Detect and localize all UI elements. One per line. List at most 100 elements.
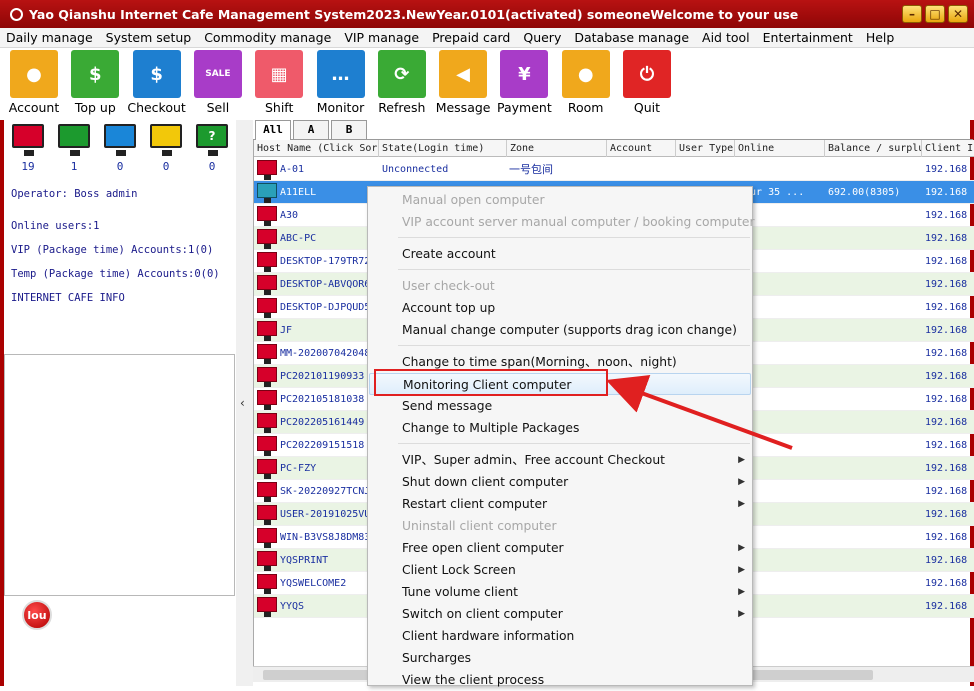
cell-ip: 192.168 <box>925 509 968 520</box>
status-count: 0 <box>208 160 216 173</box>
toolbar-label: Payment <box>497 100 552 115</box>
room-button[interactable]: ● Room <box>555 50 617 115</box>
cell-ip: 192.168 <box>925 486 968 497</box>
status-count: 19 <box>21 160 35 173</box>
column-header[interactable]: User Type <box>676 140 735 157</box>
toolbar: ● Account $ Top up $ Checkout SALE Sell ▦ Shift … M… <box>0 48 974 120</box>
monitor-button[interactable]: … Monitor <box>310 50 372 115</box>
column-header[interactable]: Account <box>607 140 676 157</box>
context-item-send-message[interactable]: Send message <box>369 395 751 417</box>
table-row[interactable]: A-01 Unconnected 一号包间 192.168 <box>254 158 974 181</box>
minimize-icon[interactable]: – <box>902 5 922 23</box>
cell-host: PC202209151518 <box>280 440 365 451</box>
column-header[interactable]: Host Name (Click Sort) <box>254 140 379 157</box>
monitor-status-icon[interactable] <box>150 124 182 156</box>
refresh-button[interactable]: ⟳ Refresh <box>371 50 433 115</box>
cell-host: JF <box>280 325 293 336</box>
cell-host: A11ELL <box>280 187 317 198</box>
monitor-status-icon[interactable] <box>104 124 136 156</box>
cell-host: USER-20191025VU <box>280 509 371 520</box>
submenu-arrow-icon: ▶ <box>738 477 745 487</box>
monitor-status-icon[interactable] <box>58 124 90 156</box>
cell-host: YQSWELCOME2 <box>280 578 347 589</box>
context-item-label: Change to Multiple Packages <box>402 421 580 435</box>
computer-icon <box>257 413 277 433</box>
submenu-arrow-icon: ▶ <box>738 565 745 575</box>
menu-item-entertainment[interactable]: Entertainment <box>757 30 860 45</box>
tab-b[interactable]: B <box>331 120 367 139</box>
cell-host: MM-202007042048 <box>280 348 371 359</box>
menu-item-help[interactable]: Help <box>860 30 902 45</box>
context-item-create-account[interactable]: Create account <box>369 243 751 265</box>
context-item-surcharges[interactable]: Surcharges <box>369 647 751 669</box>
status-count: 0 <box>116 160 124 173</box>
context-item-restart-client-computer[interactable]: Restart client computer ▶ <box>369 493 751 515</box>
shift-button[interactable]: ▦ Shift <box>248 50 310 115</box>
cell-ip: 192.168 <box>925 440 968 451</box>
context-item-switch-on-client-computer[interactable]: Switch on client computer ▶ <box>369 603 751 625</box>
tab-a[interactable]: A <box>293 120 329 139</box>
quit-button[interactable]: ⏻ Quit <box>616 50 678 115</box>
menu-item-query[interactable]: Query <box>517 30 568 45</box>
column-header[interactable]: Online <box>735 140 825 157</box>
computer-icon <box>257 367 277 387</box>
cell-host: ABC-PC <box>280 233 317 244</box>
context-item-vip-super-admin-free-account-checkout[interactable]: VIP、Super admin、Free account Checkout ▶ <box>369 449 751 471</box>
tab-all[interactable]: All <box>255 120 291 140</box>
sell-button[interactable]: SALE Sell <box>187 50 249 115</box>
context-item-free-open-client-computer[interactable]: Free open client computer ▶ <box>369 537 751 559</box>
context-item-label: Change to time span(Morning、noon、night) <box>402 355 677 369</box>
close-icon[interactable]: ✕ <box>948 5 968 23</box>
toolbar-label: Shift <box>264 100 294 115</box>
column-header[interactable]: State(Login time) <box>379 140 507 157</box>
context-item-label: Send message <box>402 399 493 413</box>
menu-item-database-manage[interactable]: Database manage <box>568 30 696 45</box>
status-count: 1 <box>70 160 78 173</box>
menu-item-aid-tool[interactable]: Aid tool <box>696 30 757 45</box>
context-item-shut-down-client-computer[interactable]: Shut down client computer ▶ <box>369 471 751 493</box>
context-item-tune-volume-client[interactable]: Tune volume client ▶ <box>369 581 751 603</box>
menu-item-daily-manage[interactable]: Daily manage <box>0 30 100 45</box>
context-item-manual-change-computer-supports-drag-icon-change[interactable]: Manual change computer (supports drag ic… <box>369 319 751 341</box>
cell-host: PC202101190933 <box>280 371 365 382</box>
context-item-uninstall-client-computer: Uninstall client computer <box>369 515 751 537</box>
menu-bar: Daily manage System setup Commodity manage… <box>0 28 974 48</box>
context-item-view-the-client-process[interactable]: View the client process <box>369 669 751 691</box>
column-header[interactable]: Balance / surplus <box>825 140 922 157</box>
context-item-client-lock-screen[interactable]: Client Lock Screen ▶ <box>369 559 751 581</box>
computer-icon <box>257 229 277 249</box>
monitor-status-icon[interactable]: ? <box>196 124 228 156</box>
toolbar-label: Quit <box>633 100 661 115</box>
account-button[interactable]: ● Account <box>3 50 65 115</box>
status-panel: 19 1 0 0? 0 Operator: Boss admin Online user… <box>4 120 236 680</box>
panel-splitter[interactable]: ‹ <box>236 120 253 686</box>
context-item-account-top-up[interactable]: Account top up <box>369 297 751 319</box>
computer-icon <box>257 505 277 525</box>
menu-item-system-setup[interactable]: System setup <box>100 30 199 45</box>
top-up-button[interactable]: $ Top up <box>64 50 126 115</box>
context-item-client-hardware-information[interactable]: Client hardware information <box>369 625 751 647</box>
cell-ip: 192.168 <box>925 532 968 543</box>
collapse-arrow-icon[interactable]: ‹ <box>240 396 245 410</box>
column-header[interactable]: Zone <box>507 140 607 157</box>
context-item-label: Switch on client computer <box>402 607 563 621</box>
context-menu: Manual open computer VIP account server m… <box>367 186 755 687</box>
menu-item-vip-manage[interactable]: VIP manage <box>338 30 426 45</box>
group-tabs: All A B <box>253 120 973 140</box>
column-header[interactable]: Client IP <box>922 140 974 157</box>
monitor-status-icon[interactable] <box>12 124 44 156</box>
cell-ip: 192.168 <box>925 233 968 244</box>
context-item-change-to-multiple-packages[interactable]: Change to Multiple Packages <box>369 417 751 439</box>
menu-item-commodity-manage[interactable]: Commodity manage <box>198 30 338 45</box>
cell-host: YQSPRINT <box>280 555 329 566</box>
cafe-info-link[interactable]: INTERNET CAFE INFO <box>11 292 125 304</box>
maximize-icon[interactable]: □ <box>925 5 945 23</box>
cell-ip: 192.168 <box>925 256 968 267</box>
submenu-arrow-icon: ▶ <box>738 543 745 553</box>
menu-item-prepaid-card[interactable]: Prepaid card <box>426 30 517 45</box>
cell-host: DESKTOP-DJPQUD5 <box>280 302 371 313</box>
checkout-button[interactable]: $ Checkout <box>126 50 188 115</box>
payment-button[interactable]: ¥ Payment <box>493 50 555 115</box>
app-icon <box>10 7 23 21</box>
message-button[interactable]: ◀ Message <box>432 50 494 115</box>
